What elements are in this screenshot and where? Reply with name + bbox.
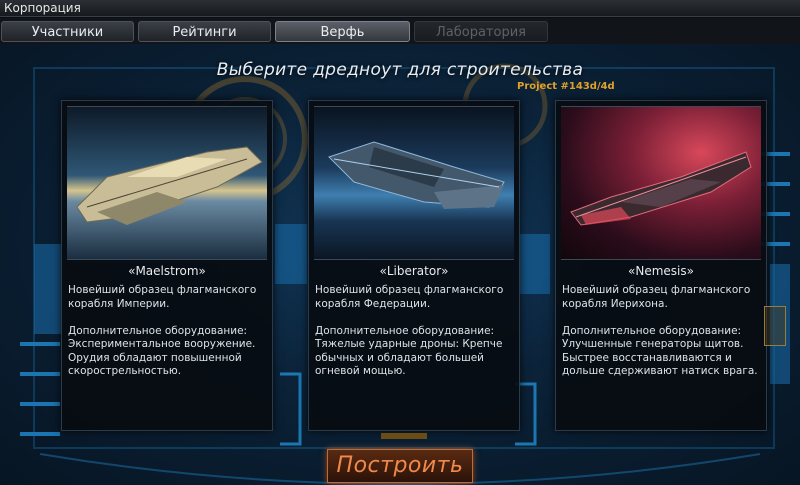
tab-bar: Участники Рейтинги Верфь Лаборатория bbox=[0, 18, 800, 44]
ship-description: Новейший образец флагманского корабля Фе… bbox=[315, 284, 504, 377]
build-button[interactable]: Построить bbox=[327, 449, 473, 483]
ship-description: Новейший образец флагманского корабля Ие… bbox=[562, 284, 758, 377]
page-heading: Выберите дредноут для строительства bbox=[216, 60, 584, 80]
window-title: Корпорация bbox=[0, 0, 800, 17]
ship-name: «Maelstrom» bbox=[128, 264, 206, 278]
ship-image-nemesis bbox=[561, 106, 761, 260]
ship-card-nemesis[interactable]: «Nemesis» Новейший образец флагманского … bbox=[555, 100, 767, 431]
project-code: Project #143d/4d bbox=[517, 81, 615, 92]
ship-name: «Nemesis» bbox=[628, 264, 694, 278]
ship-card-maelstrom[interactable]: «Maelstrom» Новейший образец флагманског… bbox=[61, 100, 273, 431]
tab-laboratory: Лаборатория bbox=[414, 21, 548, 42]
side-panel-indicator bbox=[764, 306, 786, 346]
ship-card-liberator[interactable]: «Liberator» Новейший образец флагманског… bbox=[308, 100, 520, 431]
tab-shipyard[interactable]: Верфь bbox=[275, 21, 410, 42]
ship-name: «Liberator» bbox=[379, 264, 449, 278]
ship-description: Новейший образец флагманского корабля Им… bbox=[68, 284, 257, 377]
tab-ratings[interactable]: Рейтинги bbox=[138, 21, 271, 42]
shipyard-scene: Выберите дредноут для строительства Proj… bbox=[0, 44, 800, 485]
tab-members[interactable]: Участники bbox=[1, 21, 134, 42]
ship-image-liberator bbox=[314, 106, 514, 260]
ship-image-maelstrom bbox=[67, 106, 267, 260]
status-strip bbox=[381, 433, 427, 439]
